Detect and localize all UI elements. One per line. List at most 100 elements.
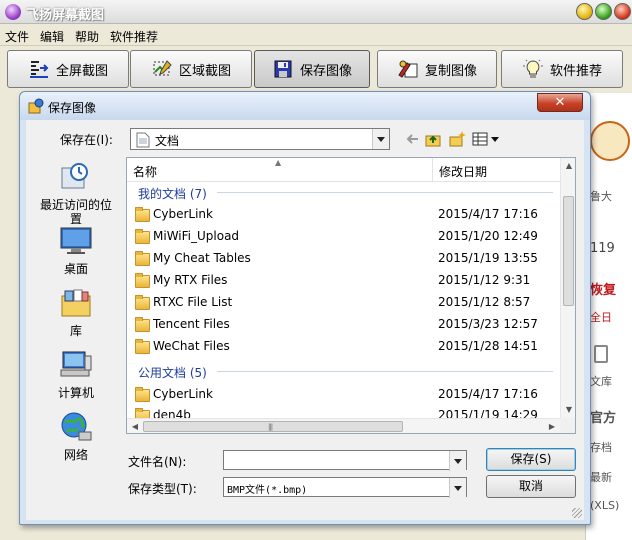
place-computer-label: 计算机 (57, 386, 94, 400)
list-item[interactable]: MiWiFi_Upload 2015/1/20 12:49 (127, 225, 560, 247)
list-item[interactable]: CyberLink 2015/4/17 17:16 (127, 203, 560, 225)
place-library-label: 库 (69, 324, 82, 338)
vertical-scrollbar[interactable]: ▲ ▼ (560, 158, 575, 418)
column-date[interactable]: 修改日期 (439, 163, 487, 180)
vertical-scroll-thumb[interactable] (563, 196, 574, 306)
filename-label: 文件名(N): (128, 455, 187, 469)
new-folder-icon[interactable] (448, 130, 466, 148)
copy-image-button[interactable]: 复制图像 (377, 50, 497, 88)
region-capture-button[interactable]: 区域截图 (130, 50, 252, 88)
place-network[interactable]: 网络 (36, 410, 116, 462)
folder-icon (135, 295, 150, 310)
save-dialog-icon (28, 98, 44, 114)
desktop-icon (59, 224, 93, 258)
list-item[interactable]: My Cheat Tables 2015/1/19 13:55 (127, 247, 560, 269)
list-item[interactable]: RTXC File List 2015/1/12 8:57 (127, 291, 560, 313)
computer-icon (59, 348, 93, 382)
library-icon (59, 286, 93, 320)
fullscreen-capture-button[interactable]: 全屏截图 (7, 50, 129, 88)
folder-icon (135, 387, 150, 402)
list-item[interactable]: CyberLink 2015/4/17 17:16 (127, 383, 560, 405)
save-button[interactable]: 保存(S) (486, 448, 576, 471)
save-image-dialog: 保存图像 ✕ 保存在(I): 文档 最近访问的位置 桌面 库 计算机 网络 名称… (19, 91, 591, 525)
maximize-button[interactable] (595, 3, 612, 20)
column-header: 名称 ▲ 修改日期 (127, 158, 560, 182)
filename-input[interactable] (223, 450, 467, 471)
list-item[interactable]: WeChat Files 2015/1/28 14:51 (127, 335, 560, 357)
region-capture-label: 区域截图 (178, 63, 231, 79)
chevron-down-icon[interactable] (449, 451, 466, 471)
filetype-value: BMP文件(*.bmp) (227, 485, 308, 496)
cancel-button[interactable]: 取消 (486, 475, 576, 498)
folder-icon (135, 273, 150, 288)
file-list[interactable]: 名称 ▲ 修改日期 我的文档 (7) CyberLink 2015/4/17 1… (126, 157, 576, 434)
close-app-button[interactable] (614, 3, 631, 20)
scroll-left-icon[interactable]: ◀ (127, 419, 143, 433)
dialog-body: 保存在(I): 文档 最近访问的位置 桌面 库 计算机 网络 名称 ▲ 修改日期… (26, 120, 584, 520)
group-header-my-documents[interactable]: 我的文档 (7) (138, 185, 207, 202)
place-network-label: 网络 (63, 448, 88, 462)
folder-icon (135, 251, 150, 266)
place-recent-label: 最近访问的位置 (39, 198, 112, 226)
grip-icon: ||| (268, 423, 273, 431)
background-page: 鲁大 119 恢复 全日 文库 官方 存档 最新 (XLS) (585, 93, 632, 540)
save-image-button[interactable]: 保存图像 (254, 50, 370, 88)
app-title: 飞扬屏幕截图 (26, 8, 105, 23)
menu-recommend[interactable]: 软件推荐 (110, 28, 158, 45)
back-arrow-icon[interactable] (404, 130, 422, 148)
save-in-label: 保存在(I): (60, 133, 113, 147)
dialog-close-button[interactable]: ✕ (537, 93, 583, 112)
view-menu-icon[interactable] (472, 130, 500, 148)
column-name[interactable]: 名称 (133, 163, 157, 180)
menu-edit[interactable]: 编辑 (40, 28, 64, 45)
region-icon (151, 58, 173, 80)
app-title-bar: 飞扬屏幕截图 (0, 0, 632, 24)
up-folder-icon[interactable] (424, 130, 442, 148)
app-icon (5, 4, 21, 20)
filetype-label: 保存类型(T): (128, 482, 197, 496)
place-library[interactable]: 库 (36, 286, 116, 338)
sort-ascending-icon: ▲ (275, 158, 282, 167)
chevron-down-icon[interactable] (372, 129, 389, 149)
dialog-title: 保存图像 (48, 101, 97, 115)
folder-icon (135, 229, 150, 244)
software-recommend-button[interactable]: 软件推荐 (501, 50, 623, 88)
filetype-dropdown[interactable]: BMP文件(*.bmp) (223, 477, 467, 498)
horizontal-scrollbar[interactable]: ◀ ||| ▶ (127, 418, 560, 433)
list-item[interactable]: Tencent Files 2015/3/23 12:57 (127, 313, 560, 335)
document-icon (594, 345, 608, 363)
floppy-disk-icon (272, 58, 294, 80)
list-item[interactable]: My RTX Files 2015/1/12 9:31 (127, 269, 560, 291)
software-recommend-label: 软件推荐 (549, 63, 602, 79)
fullscreen-icon (28, 58, 50, 80)
lightbulb-icon (522, 58, 544, 80)
place-desktop-label: 桌面 (63, 262, 88, 276)
resize-grip[interactable] (572, 508, 582, 518)
horizontal-scroll-thumb[interactable]: ||| (143, 421, 403, 432)
menu-bar: 文件 编辑 帮助 软件推荐 (0, 25, 632, 45)
fullscreen-capture-label: 全屏截图 (55, 63, 108, 79)
chevron-down-icon[interactable] (449, 478, 466, 498)
copy-image-label: 复制图像 (424, 63, 477, 79)
folder-icon (135, 317, 150, 332)
save-image-label: 保存图像 (299, 63, 352, 79)
toolbar: 全屏截图 区域截图 保存图像 复制图像 软件推荐 (0, 45, 632, 93)
dialog-title-bar[interactable]: 保存图像 ✕ (20, 92, 590, 120)
place-computer[interactable]: 计算机 (36, 348, 116, 400)
scroll-right-icon[interactable]: ▶ (544, 419, 560, 433)
scroll-down-icon[interactable]: ▼ (561, 402, 575, 418)
folder-icon (135, 339, 150, 354)
group-header-public-documents[interactable]: 公用文档 (5) (138, 364, 207, 381)
menu-file[interactable]: 文件 (5, 28, 29, 45)
scroll-up-icon[interactable]: ▲ (561, 158, 575, 174)
copy-image-icon (397, 58, 419, 80)
menu-help[interactable]: 帮助 (75, 28, 99, 45)
document-folder-icon (136, 132, 150, 151)
save-in-dropdown[interactable]: 文档 (130, 128, 390, 150)
minimize-button[interactable] (576, 3, 593, 20)
place-recent[interactable]: 最近访问的位置 (36, 160, 116, 226)
background-strip (0, 93, 20, 540)
folder-icon (135, 207, 150, 222)
cartoon-avatar-icon (590, 121, 630, 161)
place-desktop[interactable]: 桌面 (36, 224, 116, 276)
